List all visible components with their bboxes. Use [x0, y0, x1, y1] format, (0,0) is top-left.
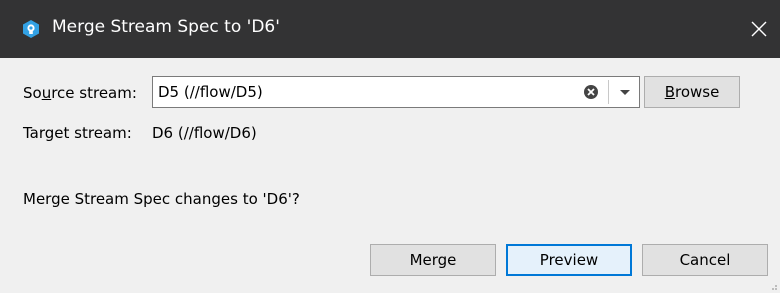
resize-grip-icon[interactable] — [768, 281, 778, 291]
cancel-button[interactable]: Cancel — [642, 244, 768, 276]
source-stream-combobox[interactable] — [152, 76, 640, 108]
target-stream-label: Target stream: — [23, 124, 132, 142]
title-bar: Merge Stream Spec to 'D6' — [0, 0, 780, 58]
clear-icon[interactable] — [583, 84, 599, 100]
source-stream-label: Source stream: — [23, 84, 137, 102]
source-stream-input[interactable] — [158, 81, 558, 103]
preview-button[interactable]: Preview — [506, 244, 632, 276]
merge-button[interactable]: Merge — [370, 244, 496, 276]
chevron-down-icon[interactable] — [611, 77, 639, 107]
target-stream-value: D6 (//flow/D6) — [152, 124, 257, 142]
window-title: Merge Stream Spec to 'D6' — [52, 17, 280, 37]
merge-dialog: Merge Stream Spec to 'D6' Source stream:… — [0, 0, 780, 293]
close-icon[interactable] — [749, 19, 769, 39]
confirmation-message: Merge Stream Spec changes to 'D6'? — [23, 190, 300, 208]
browse-button[interactable]: Browse — [644, 76, 740, 108]
combobox-separator — [608, 80, 609, 104]
p4v-app-icon — [23, 20, 39, 38]
dialog-body: Source stream: Browse Target stream: D6 … — [8, 58, 780, 293]
